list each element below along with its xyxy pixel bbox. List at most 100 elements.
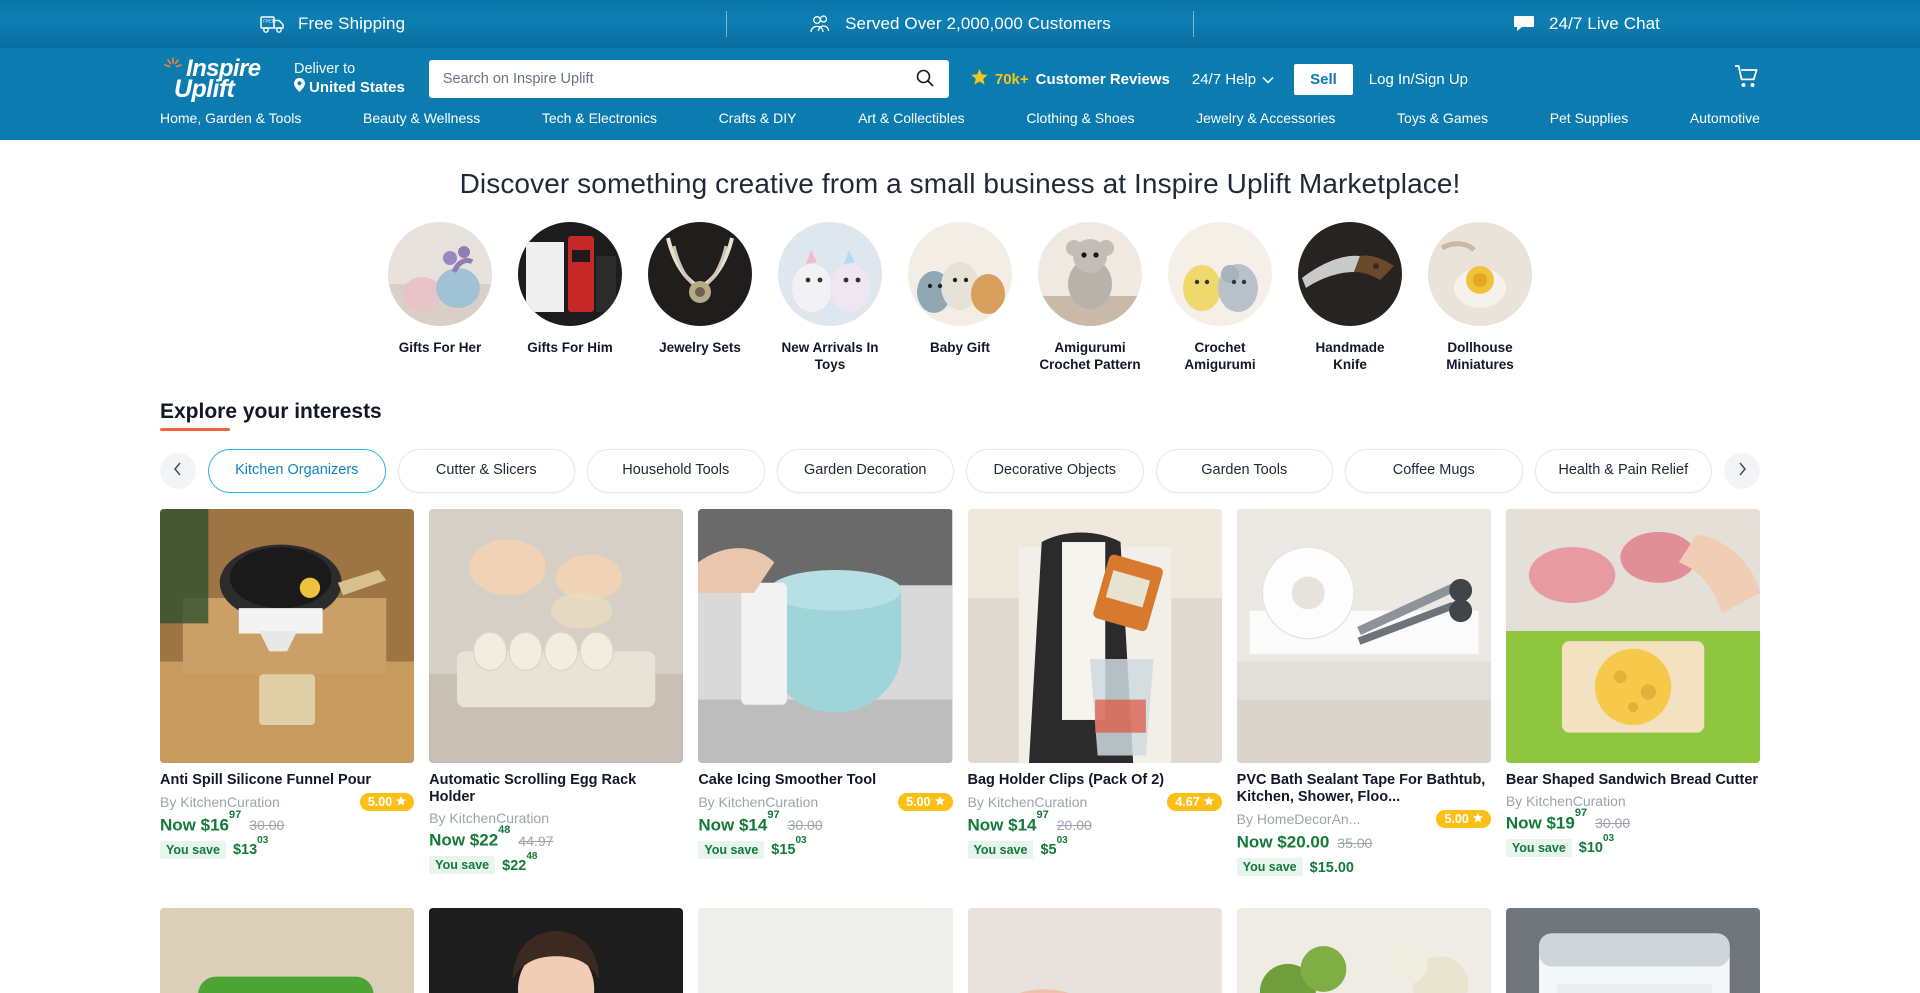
nav-item-home-garden-tools[interactable]: Home, Garden & Tools bbox=[160, 110, 301, 126]
product-original-price: 30.00 bbox=[249, 817, 285, 834]
product-grid-row-2 bbox=[0, 892, 1920, 993]
announcement-live-chat[interactable]: 24/7 Live Chat bbox=[1194, 14, 1660, 34]
product-image[interactable] bbox=[698, 508, 953, 763]
product-image[interactable] bbox=[1236, 508, 1491, 763]
product-image[interactable] bbox=[429, 508, 684, 763]
nav-item-pet-supplies[interactable]: Pet Supplies bbox=[1550, 110, 1629, 126]
save-dollars: $15 bbox=[771, 842, 796, 859]
product-card[interactable] bbox=[429, 908, 684, 993]
help-label: 24/7 Help bbox=[1191, 70, 1257, 88]
sell-button[interactable]: Sell bbox=[1294, 63, 1353, 95]
category-thumbnail bbox=[648, 222, 752, 326]
cart-button[interactable] bbox=[1734, 64, 1760, 94]
rating-value: 5.00 bbox=[367, 794, 393, 809]
product-title: Bear Shaped Sandwich Bread Cutter bbox=[1505, 771, 1759, 788]
product-vendor: By KitchenCuration bbox=[967, 793, 1088, 810]
product-rating-badge: 5.00 bbox=[359, 792, 415, 811]
product-image[interactable] bbox=[1505, 508, 1760, 763]
product-image[interactable] bbox=[698, 908, 953, 993]
product-card[interactable]: PVC Bath Sealant Tape For Bathtub, Kitch… bbox=[1236, 508, 1491, 877]
pills-prev-button[interactable] bbox=[160, 452, 196, 489]
product-card[interactable]: Bear Shaped Sandwich Bread Cutter By Kit… bbox=[1505, 508, 1760, 877]
pills-next-button[interactable] bbox=[1724, 452, 1760, 489]
product-card[interactable] bbox=[1236, 908, 1491, 993]
you-save-amount: $503 bbox=[1040, 835, 1067, 859]
product-price: Now $1697 bbox=[160, 809, 241, 836]
chat-bubble-icon bbox=[1513, 14, 1537, 34]
interest-pill-health-pain-relief[interactable]: Health & Pain Relief bbox=[1534, 448, 1712, 493]
product-card[interactable]: Bag Holder Clips (Pack Of 2) By KitchenC… bbox=[967, 508, 1222, 877]
circle-category-handmade-knife[interactable]: Handmade Knife bbox=[1298, 222, 1402, 374]
interest-pill-coffee-mugs[interactable]: Coffee Mugs bbox=[1345, 448, 1523, 493]
circle-category-amigurumi-crochet-pattern[interactable]: Amigurumi Crochet Pattern bbox=[1038, 222, 1142, 374]
interest-pill-household-tools[interactable]: Household Tools bbox=[587, 448, 765, 493]
interest-pill-kitchen-organizers[interactable]: Kitchen Organizers bbox=[208, 448, 386, 493]
product-card[interactable] bbox=[160, 908, 415, 993]
product-image[interactable] bbox=[160, 908, 415, 993]
login-signup-link[interactable]: Log In/Sign Up bbox=[1369, 71, 1468, 88]
search-bar[interactable] bbox=[428, 60, 949, 98]
product-image[interactable] bbox=[1505, 908, 1760, 993]
nav-item-beauty-wellness[interactable]: Beauty & Wellness bbox=[363, 110, 480, 126]
product-card[interactable] bbox=[1505, 908, 1760, 993]
product-vendor: By KitchenCuration bbox=[160, 793, 280, 810]
price-dollars: $14 bbox=[738, 815, 768, 835]
product-price: Now $1497 bbox=[698, 809, 779, 836]
product-card[interactable]: Cake Icing Smoother Tool By KitchenCurat… bbox=[698, 508, 953, 877]
announcement-label: 24/7 Live Chat bbox=[1548, 14, 1660, 33]
product-image[interactable] bbox=[1236, 908, 1491, 993]
deliver-to-selector[interactable]: Deliver to United States bbox=[294, 60, 405, 98]
nav-item-clothing-shoes[interactable]: Clothing & Shoes bbox=[1026, 110, 1134, 126]
product-image[interactable] bbox=[160, 508, 415, 763]
you-save-label: You save bbox=[1236, 858, 1303, 877]
save-dollars: $5 bbox=[1040, 842, 1057, 859]
circle-category-baby-gift[interactable]: Baby Gift bbox=[908, 222, 1012, 374]
star-icon bbox=[1203, 795, 1214, 809]
circle-category-crochet-amigurumi[interactable]: Crochet Amigurumi bbox=[1168, 222, 1272, 374]
deliver-to-country: United States bbox=[309, 78, 405, 96]
interest-pill-garden-tools[interactable]: Garden Tools bbox=[1155, 448, 1333, 493]
nav-item-jewelry-accessories[interactable]: Jewelry & Accessories bbox=[1196, 110, 1335, 126]
nav-item-automotive[interactable]: Automotive bbox=[1690, 110, 1760, 126]
nav-item-toys-games[interactable]: Toys & Games bbox=[1397, 110, 1488, 126]
rating-value: 5.00 bbox=[906, 794, 931, 809]
category-thumbnail bbox=[908, 222, 1012, 326]
search-button[interactable] bbox=[915, 68, 935, 91]
rating-value: 5.00 bbox=[1444, 811, 1469, 826]
price-dollars: $22 bbox=[469, 830, 499, 850]
product-image[interactable] bbox=[967, 508, 1222, 763]
search-input[interactable] bbox=[442, 71, 915, 87]
site-logo[interactable]: Inspire Uplift bbox=[160, 55, 278, 103]
nav-item-art-collectibles[interactable]: Art & Collectibles bbox=[858, 110, 965, 126]
interest-pill-decorative-objects[interactable]: Decorative Objects bbox=[966, 448, 1144, 493]
product-image[interactable] bbox=[429, 908, 684, 993]
product-vendor: By HomeDecorAn... bbox=[1236, 810, 1361, 827]
price-dollars: $20.00 bbox=[1277, 832, 1330, 852]
nav-item-tech-electronics[interactable]: Tech & Electronics bbox=[542, 110, 657, 126]
chevron-right-icon bbox=[1736, 461, 1748, 480]
help-dropdown[interactable]: 24/7 Help bbox=[1192, 71, 1274, 88]
interest-pill-garden-decoration[interactable]: Garden Decoration bbox=[776, 448, 954, 493]
product-card[interactable]: Automatic Scrolling Egg Rack Holder By K… bbox=[429, 508, 684, 877]
circle-category-new-arrivals-in-toys[interactable]: New Arrivals In Toys bbox=[778, 222, 882, 374]
product-rating-badge: 5.00 bbox=[898, 792, 953, 811]
rating-value: 4.67 bbox=[1175, 794, 1200, 809]
circle-category-jewelry-sets[interactable]: Jewelry Sets bbox=[648, 222, 752, 374]
save-dollars: $10 bbox=[1578, 840, 1603, 857]
product-image[interactable] bbox=[967, 908, 1222, 993]
page-headline: Discover something creative from a small… bbox=[459, 168, 1461, 199]
shipping-truck-icon: FREE bbox=[260, 14, 286, 34]
product-price: Now $2248 bbox=[429, 824, 510, 851]
interest-pill-cutter-slicers[interactable]: Cutter & Slicers bbox=[397, 448, 575, 493]
product-card[interactable] bbox=[967, 908, 1222, 993]
circle-category-gifts-for-her[interactable]: Gifts For Her bbox=[388, 222, 492, 374]
circle-category-gifts-for-him[interactable]: Gifts For Him bbox=[518, 222, 622, 374]
category-label: Baby Gift bbox=[929, 340, 990, 355]
customer-reviews-link[interactable]: 70k+ Customer Reviews bbox=[971, 68, 1170, 90]
product-card[interactable]: Anti Spill Silicone Funnel Pour By Kitch… bbox=[160, 508, 415, 877]
circle-category-dollhouse-miniatures[interactable]: Dollhouse Miniatures bbox=[1428, 222, 1532, 374]
category-label: New Arrivals In Toys bbox=[781, 340, 879, 373]
nav-item-crafts-diy[interactable]: Crafts & DIY bbox=[719, 110, 797, 126]
product-card[interactable] bbox=[698, 908, 953, 993]
announcement-free-shipping: FREE Free Shipping bbox=[260, 14, 726, 34]
